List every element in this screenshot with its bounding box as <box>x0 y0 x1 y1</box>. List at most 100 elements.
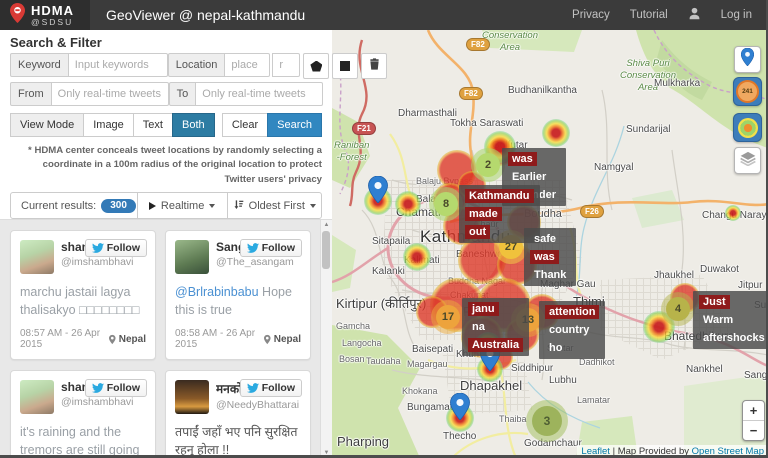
tweet-handle: @imshambhavi <box>61 256 134 268</box>
tag-word[interactable]: ho <box>545 341 566 355</box>
heat-spot <box>403 243 431 271</box>
tag-word[interactable]: made <box>465 207 502 221</box>
map-place-label: Nankhel <box>686 364 723 375</box>
heat-spot <box>725 205 741 221</box>
map-pin-logo-icon <box>10 2 25 28</box>
search-button[interactable]: Search <box>267 113 322 137</box>
map-place-label: Lamatar <box>577 395 611 405</box>
top-bar: HDMA @SDSU GeoViewer @ nepal-kathmandu P… <box>0 0 768 30</box>
hdma-logo[interactable]: HDMA @SDSU <box>0 0 90 30</box>
view-mode-both[interactable]: Both <box>171 113 215 137</box>
map-place-label: Conservation Area <box>482 30 538 53</box>
map-place-label: Magargau <box>407 359 448 369</box>
zoom-out-button[interactable]: − <box>743 420 764 440</box>
chevron-down-icon <box>309 203 316 208</box>
tag-word[interactable]: Warm <box>699 313 737 327</box>
map-place-label: Mulkharka <box>654 78 701 89</box>
map-place-label: Baisepati <box>412 344 454 355</box>
map-place-label: Namgyal <box>594 162 634 173</box>
tweet-handle: @NeedyBhattarai <box>216 399 300 412</box>
cluster-toggle-button[interactable]: 241 <box>733 77 762 106</box>
scroll-up-icon[interactable]: ▲ <box>321 222 332 228</box>
play-icon <box>148 201 156 210</box>
sort-dropdown[interactable]: Oldest First <box>226 193 321 219</box>
cluster-marker[interactable]: 4 <box>666 297 690 321</box>
follow-label: Follow <box>106 242 140 254</box>
clear-button[interactable]: Clear <box>221 113 269 137</box>
map-place-label: Tokha Saraswati <box>450 118 524 129</box>
delete-shape-button[interactable] <box>361 53 388 79</box>
nav-privacy[interactable]: Privacy <box>572 9 610 21</box>
from-label: From <box>10 82 52 106</box>
map-place-label: Kirtipur (कीर्तिपुर) <box>336 296 427 311</box>
heatmap-toggle-button[interactable] <box>733 113 762 142</box>
user-icon[interactable] <box>688 7 701 23</box>
map-place-label: Sundarijal <box>626 124 671 135</box>
tag-word[interactable]: Thank <box>530 268 570 282</box>
tag-cloud-label: janu na Australia <box>462 298 530 356</box>
tweet-place: Nepal <box>273 333 301 345</box>
follow-button[interactable]: Follow <box>239 239 302 257</box>
tag-word[interactable]: safe <box>530 232 560 246</box>
from-date-input[interactable] <box>51 82 169 106</box>
view-mode-label: View Mode <box>10 113 85 137</box>
add-pin-button[interactable] <box>734 46 761 73</box>
login-button[interactable]: Log in <box>721 9 752 21</box>
keyword-input[interactable] <box>68 53 168 77</box>
blue-marker-icon <box>450 392 470 421</box>
layers-icon <box>739 151 756 171</box>
scrollbar-thumb[interactable] <box>322 231 330 269</box>
view-mode-image[interactable]: Image <box>83 113 134 137</box>
map-place-label: Lubhu <box>549 375 577 386</box>
tag-word[interactable]: aftershocks <box>699 331 768 345</box>
map-pin-marker[interactable] <box>450 392 470 425</box>
follow-button[interactable]: Follow <box>84 379 147 398</box>
tweet-meta: 08:57 AM - 26 Apr 2015 Nepal <box>20 328 146 350</box>
tweet-mention[interactable]: @Brlrabinbabu <box>175 285 259 299</box>
cluster-marker[interactable]: 17 <box>436 305 460 329</box>
tag-word[interactable]: janu <box>468 302 499 316</box>
cluster-marker[interactable]: 3 <box>532 406 562 436</box>
zoom-control: + − <box>742 400 765 441</box>
layers-button[interactable] <box>734 147 761 174</box>
tag-word[interactable]: Earlier <box>508 170 550 184</box>
tag-word[interactable]: attention <box>545 305 600 319</box>
tag-word[interactable]: Kathmandu <box>465 189 534 203</box>
logo-subtitle: @SDSU <box>31 16 74 27</box>
location-group: Location <box>167 53 388 79</box>
rectangle-draw-button[interactable] <box>332 53 359 79</box>
map-place-label: Jitpur <box>738 280 763 291</box>
tweet-list: shambhavi ad@imshambhaviFollowmarchu jas… <box>0 219 332 458</box>
follow-button[interactable]: Follow <box>84 239 147 257</box>
cluster-marker[interactable]: 2 <box>476 153 500 177</box>
tag-word[interactable]: Just <box>699 295 730 309</box>
polygon-draw-button[interactable] <box>303 53 330 79</box>
cluster-marker[interactable]: 8 <box>434 192 458 216</box>
twitter-bird-icon <box>246 383 259 394</box>
map-place-label: Duwakot <box>700 264 739 275</box>
tweet-text: marchu jastaii lagya thalisakyo □□□□□□□□ <box>20 285 140 318</box>
realtime-dropdown[interactable]: Realtime <box>136 193 227 219</box>
nav-tutorial[interactable]: Tutorial <box>630 9 668 21</box>
tag-word[interactable]: na <box>468 320 489 334</box>
tag-word[interactable]: Australia <box>468 338 524 352</box>
sort-amount-icon <box>233 199 244 213</box>
map-canvas[interactable]: Conservation Area Shiva Puri Conservation… <box>332 30 768 458</box>
tag-word[interactable]: was <box>530 250 559 264</box>
tweet-meta: 08:58 AM - 26 Apr 2015 Nepal <box>175 328 301 350</box>
map-pin-marker[interactable] <box>368 175 388 208</box>
tag-word[interactable]: was <box>508 152 537 166</box>
location-radius-input[interactable] <box>272 53 301 77</box>
zoom-in-button[interactable]: + <box>743 401 764 420</box>
to-date-input[interactable] <box>196 82 324 106</box>
tweet-list-scrollbar[interactable]: ▲ ▼ <box>320 220 332 458</box>
tag-word[interactable]: country <box>545 323 593 337</box>
keyword-group: Keyword <box>10 53 168 77</box>
trash-icon <box>369 57 380 75</box>
tag-word[interactable]: out <box>465 225 491 239</box>
follow-label: Follow <box>106 382 140 395</box>
location-place-input[interactable] <box>225 53 271 77</box>
view-mode-text[interactable]: Text <box>132 113 173 137</box>
follow-button[interactable]: Follow <box>239 379 302 398</box>
square-icon <box>340 61 351 71</box>
